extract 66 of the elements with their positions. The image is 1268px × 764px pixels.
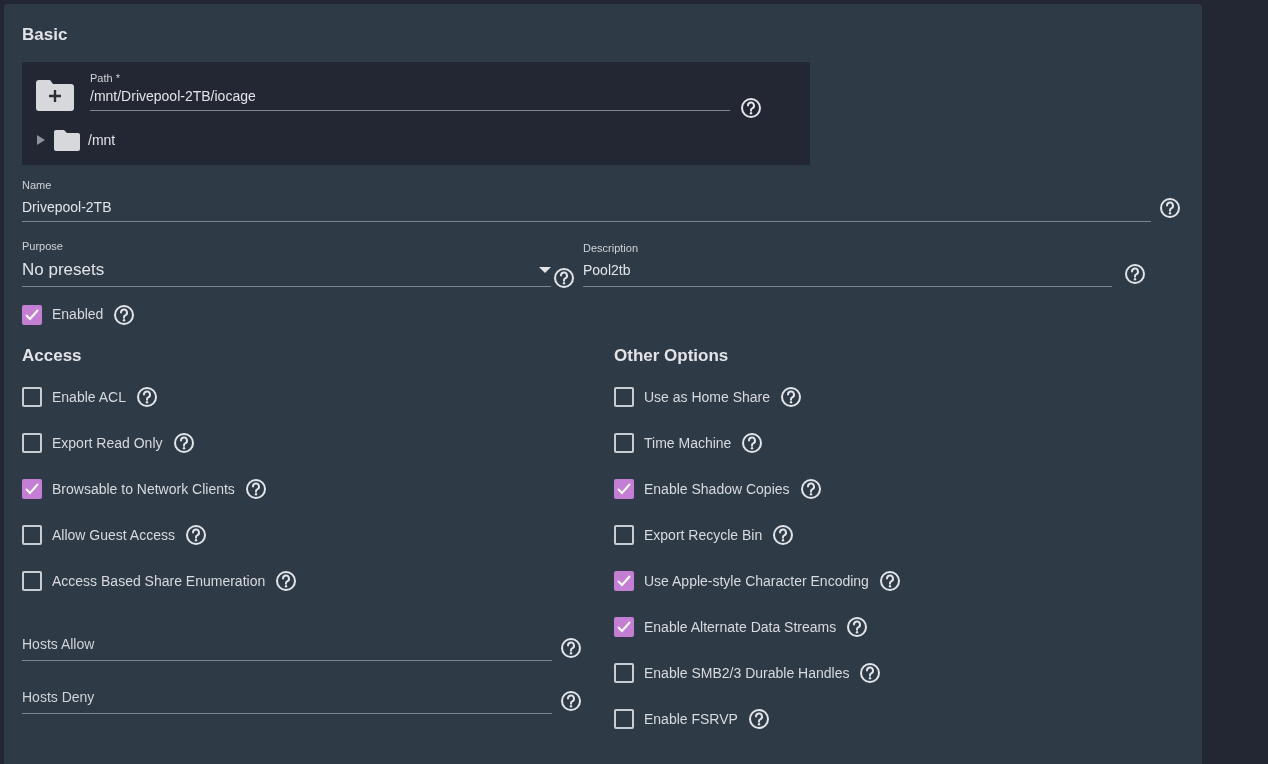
- checkbox-label: Allow Guest Access: [52, 525, 175, 545]
- help-icon[interactable]: [1159, 196, 1181, 219]
- checkbox[interactable]: [614, 433, 634, 453]
- help-icon[interactable]: [878, 570, 901, 592]
- section-title: Basic: [22, 24, 68, 46]
- dropdown-caret-icon: [539, 266, 551, 273]
- help-icon[interactable]: [747, 708, 770, 730]
- help-icon[interactable]: [553, 266, 575, 289]
- checkbox-label: Enable SMB2/3 Durable Handles: [644, 663, 850, 683]
- checkbox-label: Browsable to Network Clients: [52, 479, 235, 499]
- help-icon[interactable]: [135, 386, 158, 408]
- checkbox-label: Enabled: [52, 305, 104, 324]
- checkbox[interactable]: [22, 479, 42, 499]
- help-icon[interactable]: [275, 570, 298, 592]
- checkbox-label: Enable Alternate Data Streams: [644, 617, 837, 637]
- help-icon[interactable]: [172, 432, 195, 454]
- checkbox-label: Time Machine: [644, 433, 732, 453]
- text-input[interactable]: Hosts Deny: [22, 687, 552, 708]
- folder-icon: [54, 129, 80, 151]
- purpose-select[interactable]: No presets: [22, 257, 551, 287]
- checkbox-label: Use Apple-style Character Encoding: [644, 571, 869, 591]
- checkbox[interactable]: [22, 571, 42, 591]
- help-icon[interactable]: [859, 662, 882, 684]
- help-icon[interactable]: [560, 637, 582, 659]
- help-icon[interactable]: [741, 432, 764, 454]
- checkbox-label: Enable FSRVP: [644, 709, 738, 729]
- help-icon[interactable]: [799, 478, 822, 500]
- checkbox[interactable]: [614, 709, 634, 729]
- checkbox-label: Enable ACL: [52, 387, 126, 407]
- field-label: Name: [22, 178, 53, 193]
- checkbox[interactable]: [22, 387, 42, 407]
- tree-item[interactable]: /mnt: [88, 129, 116, 151]
- help-icon[interactable]: [113, 303, 136, 326]
- checkbox[interactable]: [22, 433, 42, 453]
- help-icon[interactable]: [740, 97, 762, 119]
- field-label: Description: [583, 241, 640, 256]
- checkbox[interactable]: [614, 525, 634, 545]
- help-icon[interactable]: [1124, 262, 1146, 285]
- help-icon[interactable]: [244, 478, 267, 500]
- checkbox-label: Export Recycle Bin: [644, 525, 763, 545]
- folder-add-icon: [36, 79, 74, 111]
- description-field[interactable]: Pool2tb: [583, 259, 1112, 287]
- checkbox-label: Export Read Only: [52, 433, 163, 453]
- checkbox-label: Use as Home Share: [644, 387, 771, 407]
- checkbox[interactable]: [22, 304, 42, 325]
- help-icon[interactable]: [184, 524, 207, 546]
- help-icon[interactable]: [772, 524, 795, 546]
- checkbox-label: Enable Shadow Copies: [644, 479, 790, 499]
- help-icon[interactable]: [560, 690, 582, 712]
- name-field[interactable]: Drivepool-2TB: [22, 196, 1151, 222]
- checkbox[interactable]: [22, 525, 42, 545]
- field-label: Purpose: [22, 238, 64, 254]
- expand-arrow-icon[interactable]: [36, 134, 46, 146]
- checkbox[interactable]: [614, 387, 634, 407]
- checkbox[interactable]: [614, 617, 634, 637]
- help-icon[interactable]: [846, 616, 869, 638]
- section-title: Other Options: [614, 344, 730, 367]
- path-field[interactable]: /mnt/Drivepool-2TB/iocage: [90, 86, 730, 111]
- checkbox[interactable]: [614, 479, 634, 499]
- text-input[interactable]: Hosts Allow: [22, 634, 552, 655]
- field-label: Path *: [90, 70, 121, 86]
- checkbox-label: Access Based Share Enumeration: [52, 571, 266, 591]
- checkbox[interactable]: [614, 663, 634, 683]
- checkbox[interactable]: [614, 571, 634, 591]
- help-icon[interactable]: [780, 386, 803, 408]
- section-title: Access: [22, 344, 83, 367]
